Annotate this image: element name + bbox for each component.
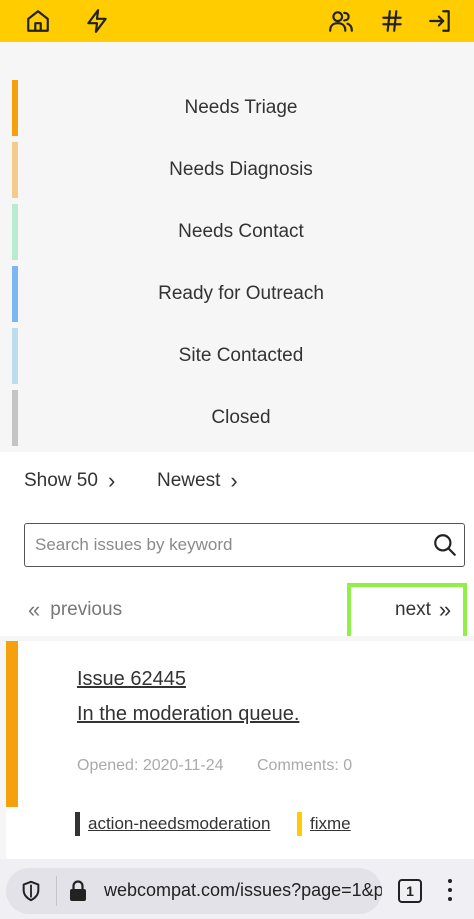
- double-chevron-left-icon: «: [28, 597, 41, 622]
- issue-number-link[interactable]: Issue 62445: [77, 668, 186, 691]
- sort-label: Newest: [157, 470, 221, 491]
- status-label: Needs Contact: [178, 221, 304, 242]
- shield-icon[interactable]: [20, 880, 42, 902]
- status-label: Ready for Outreach: [158, 283, 324, 304]
- status-site-contacted[interactable]: Site Contacted: [8, 328, 474, 384]
- chevron-right-icon: ›: [230, 468, 238, 493]
- search-icon[interactable]: [432, 532, 458, 558]
- issue-comment-count: Comments: 0: [257, 757, 353, 774]
- search-box: [24, 523, 465, 567]
- status-needs-diagnosis[interactable]: Needs Diagnosis: [8, 142, 474, 198]
- top-nav-bar: [0, 0, 474, 42]
- browser-toolbar: webcompat.com/issues?page=1&pe 1: [0, 859, 474, 919]
- hashtag-icon[interactable]: [376, 5, 408, 37]
- address-bar[interactable]: webcompat.com/issues?page=1&pe: [6, 868, 382, 914]
- status-needs-contact[interactable]: Needs Contact: [8, 204, 474, 260]
- status-filter-list: Needs Triage Needs Diagnosis Needs Conta…: [0, 42, 474, 452]
- menu-icon[interactable]: [446, 879, 454, 905]
- status-closed[interactable]: Closed: [8, 390, 474, 446]
- status-needs-triage[interactable]: Needs Triage: [8, 80, 474, 136]
- show-count-dropdown[interactable]: Show 50 ›: [24, 470, 115, 492]
- previous-page-link[interactable]: « previous: [28, 597, 122, 623]
- login-icon[interactable]: [424, 5, 456, 37]
- label-text: fixme: [310, 814, 351, 833]
- issue-opened-date: Opened: 2020-11-24: [77, 757, 224, 774]
- status-label: Site Contacted: [178, 345, 304, 366]
- label-text: action-needsmoderation: [88, 814, 271, 833]
- address-bar-divider: [56, 876, 57, 906]
- previous-label: previous: [50, 599, 123, 620]
- status-label: Closed: [211, 407, 271, 428]
- issue-card: Issue 62445 In the moderation queue. Ope…: [6, 641, 474, 859]
- issue-status-stripe: [6, 641, 18, 807]
- issue-label-fixme[interactable]: fixme: [297, 812, 351, 836]
- status-label: Needs Diagnosis: [169, 159, 313, 180]
- label-color-swatch: [75, 812, 80, 836]
- show-count-label: Show 50: [24, 470, 98, 491]
- tab-count-button[interactable]: 1: [398, 879, 422, 903]
- sort-dropdown[interactable]: Newest ›: [157, 470, 238, 492]
- status-label: Needs Triage: [184, 97, 298, 118]
- next-page-link[interactable]: next »: [395, 597, 451, 623]
- double-chevron-right-icon: »: [438, 597, 452, 622]
- issue-list: Issue 62445 In the moderation queue. Ope…: [0, 636, 474, 859]
- issue-controls: Show 50 › Newest › « previous next »: [0, 452, 474, 646]
- label-color-swatch: [297, 812, 302, 836]
- search-input[interactable]: [25, 524, 425, 566]
- lock-icon: [70, 880, 86, 901]
- lightning-icon[interactable]: [81, 5, 113, 37]
- users-icon[interactable]: [325, 5, 357, 37]
- issue-label-action-needsmoderation[interactable]: action-needsmoderation: [75, 812, 270, 836]
- chevron-right-icon: ›: [107, 468, 116, 493]
- status-ready-for-outreach[interactable]: Ready for Outreach: [8, 266, 474, 322]
- next-label: next: [395, 599, 431, 620]
- issue-title-link[interactable]: In the moderation queue.: [77, 703, 299, 726]
- home-icon[interactable]: [22, 5, 54, 37]
- url-text: webcompat.com/issues?page=1&pe: [104, 880, 382, 900]
